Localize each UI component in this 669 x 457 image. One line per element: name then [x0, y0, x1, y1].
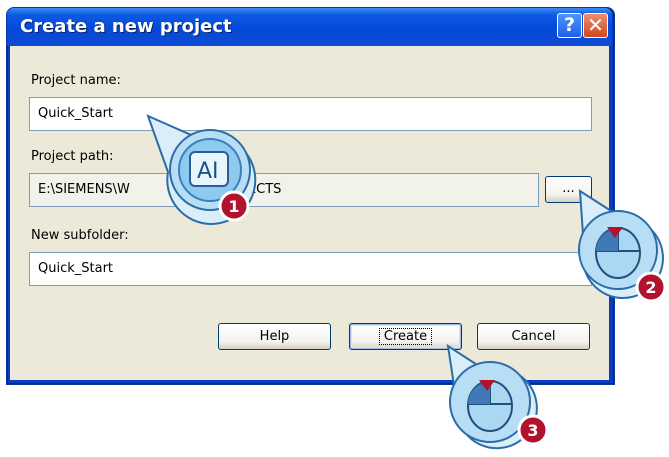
callout-1-number: 1 — [228, 197, 239, 216]
create-button-label: Create — [378, 328, 433, 345]
subfolder-label: New subfolder: — [31, 228, 129, 243]
mouse-click-icon — [467, 380, 513, 432]
text-cursor-icon: AI — [189, 151, 229, 187]
project-name-label: Project name: — [31, 73, 121, 88]
dialog-body: Project name: Quick_Start Project path: … — [10, 46, 609, 380]
project-name-input[interactable]: Quick_Start — [29, 97, 592, 131]
callout-3: 3 — [446, 343, 549, 450]
svg-text:AI: AI — [197, 159, 219, 184]
close-title-button[interactable]: ✕ — [583, 13, 608, 38]
callout-1: AI 1 — [146, 114, 257, 225]
help-title-button[interactable]: ? — [557, 13, 582, 38]
dialog-title: Create a new project — [20, 16, 232, 37]
help-button[interactable]: Help — [218, 323, 331, 350]
callout-3-number: 3 — [527, 421, 538, 440]
project-path-text-start: E:\SIEMENS\W — [38, 182, 130, 197]
project-path-field[interactable]: E:\SIEMENS\WCPROJECTS — [29, 173, 539, 207]
subfolder-input[interactable]: Quick_Start — [29, 252, 592, 286]
callout-2: 2 — [578, 189, 667, 303]
project-path-label: Project path: — [31, 149, 114, 164]
callout-2-number: 2 — [645, 278, 656, 297]
mouse-click-icon — [595, 227, 641, 279]
